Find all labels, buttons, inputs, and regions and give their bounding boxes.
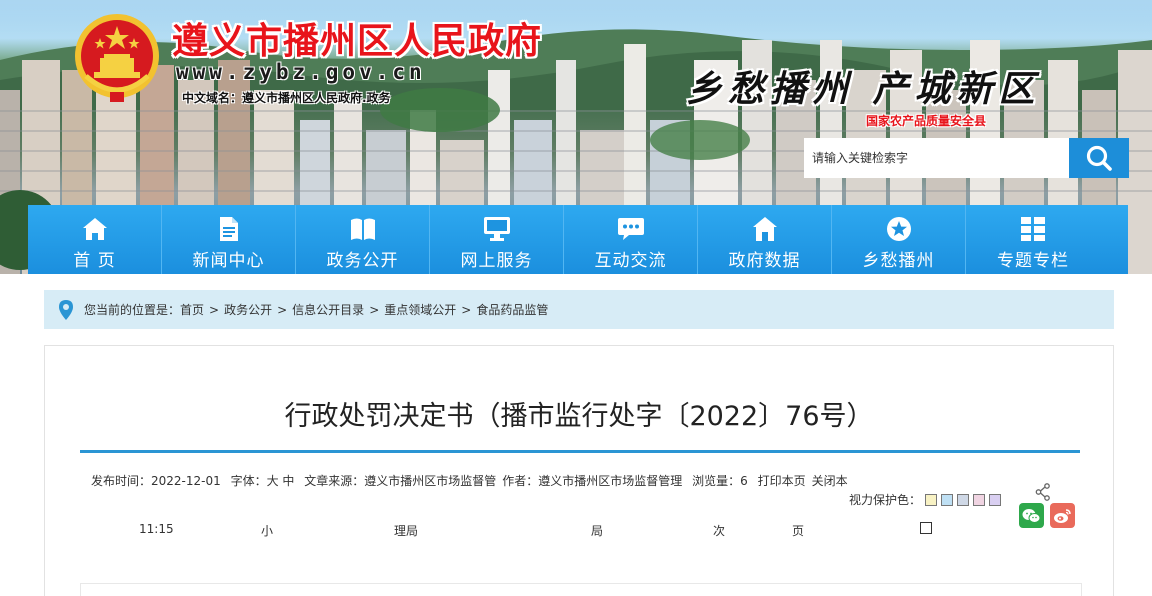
color-swatch-pink[interactable] bbox=[973, 493, 986, 506]
nav-item-news[interactable]: 新闻中心 bbox=[162, 205, 296, 274]
national-emblem-icon bbox=[75, 14, 159, 102]
print-button[interactable]: 打印本页 bbox=[758, 474, 806, 488]
monitor-icon bbox=[483, 215, 511, 243]
book-icon bbox=[349, 215, 377, 243]
star-icon bbox=[885, 215, 913, 243]
article-content bbox=[80, 583, 1082, 596]
nav-label: 互动交流 bbox=[594, 251, 667, 271]
nav-item-interaction[interactable]: 互动交流 bbox=[564, 205, 698, 274]
nav-item-gov-affairs[interactable]: 政务公开 bbox=[296, 205, 430, 274]
vision-protect: 视力保护色： bbox=[849, 491, 1002, 508]
chat-icon bbox=[617, 215, 645, 243]
grid-icon bbox=[1019, 215, 1047, 243]
weibo-icon bbox=[1054, 508, 1071, 523]
search-icon bbox=[1086, 145, 1112, 171]
home-icon bbox=[81, 215, 109, 243]
breadcrumb-key-areas[interactable]: 重点领域公开 bbox=[384, 301, 456, 318]
share-icon[interactable] bbox=[1035, 483, 1051, 501]
close-button[interactable]: 关闭本 bbox=[812, 474, 848, 488]
share-weibo-button[interactable] bbox=[1050, 503, 1075, 528]
wechat-icon bbox=[1022, 508, 1041, 523]
breadcrumb-separator: > bbox=[209, 302, 220, 317]
view-count: 浏览量：6 bbox=[692, 474, 748, 488]
main-nav: 首 页 新闻中心 政务公开 网上服务 互动交流 政府数据 乡愁播州 专题专栏 bbox=[28, 205, 1128, 274]
nav-item-home[interactable]: 首 页 bbox=[28, 205, 162, 274]
nav-item-gov-data[interactable]: 政府数据 bbox=[698, 205, 832, 274]
article-meta: 发布时间：2022-12-01 字体：大 中 文章来源：遵义市播州区市场监督管作… bbox=[91, 472, 854, 489]
breadcrumb-food-drug[interactable]: 食品药品监管 bbox=[476, 301, 548, 318]
document-icon bbox=[215, 215, 243, 243]
color-swatch-gray[interactable] bbox=[957, 493, 970, 506]
publish-date: 发布时间：2022-12-01 bbox=[91, 474, 221, 488]
breadcrumb-separator: > bbox=[461, 302, 472, 317]
building-icon bbox=[751, 215, 779, 243]
site-url: www.zybz.gov.cn bbox=[176, 60, 426, 84]
article-source-cont: 理局 bbox=[394, 524, 419, 538]
share-wechat-button[interactable] bbox=[1019, 503, 1044, 528]
vision-protect-label: 视力保护色： bbox=[849, 493, 922, 507]
title-divider bbox=[80, 450, 1080, 453]
article-title: 行政处罚决定书（播市监行处字〔2022〕76号） bbox=[284, 401, 874, 432]
article-author-cont: 局 bbox=[591, 524, 604, 538]
chinese-domain: 中文域名：遵义市播州区人民政府.政务 bbox=[182, 91, 391, 105]
site-title: 遵义市播州区人民政府 bbox=[172, 20, 543, 62]
nav-label: 新闻中心 bbox=[192, 251, 265, 271]
publish-time: 11:15 bbox=[139, 522, 174, 536]
article-author: 作者：遵义市播州区市场监督管理 bbox=[502, 474, 683, 488]
breadcrumb-separator: > bbox=[369, 302, 380, 317]
color-swatch-blue[interactable] bbox=[941, 493, 954, 506]
slogan-subtitle: 国家农产品质量安全县 bbox=[866, 114, 987, 128]
search-box bbox=[804, 138, 1129, 178]
nav-label: 网上服务 bbox=[460, 251, 533, 271]
color-swatch-purple[interactable] bbox=[989, 493, 1002, 506]
breadcrumb-gov-affairs[interactable]: 政务公开 bbox=[224, 301, 272, 318]
view-count-unit: 次 bbox=[713, 524, 726, 538]
nav-item-bozhou[interactable]: 乡愁播州 bbox=[832, 205, 966, 274]
nav-label: 专题专栏 bbox=[997, 251, 1069, 271]
nav-label: 乡愁播州 bbox=[862, 251, 935, 271]
breadcrumb-separator: > bbox=[277, 302, 288, 317]
nav-item-online-service[interactable]: 网上服务 bbox=[430, 205, 564, 274]
article-source: 文章来源：遵义市播州区市场监督管 bbox=[304, 474, 497, 488]
header-banner: 遵义市播州区人民政府 www.zybz.gov.cn 中文域名：遵义市播州区人民… bbox=[0, 0, 1152, 274]
breadcrumb-catalog[interactable]: 信息公开目录 bbox=[292, 301, 364, 318]
slogan: 乡愁播州 产城新区 bbox=[686, 68, 1041, 110]
color-swatch-yellow[interactable] bbox=[925, 493, 938, 506]
breadcrumb: 您当前的位置是： 首页 > 政务公开 > 信息公开目录 > 重点领域公开 > 食… bbox=[44, 290, 1114, 329]
nav-label: 政府数据 bbox=[728, 251, 801, 271]
article-panel: 行政处罚决定书（播市监行处字〔2022〕76号） 发布时间：2022-12-01… bbox=[44, 345, 1114, 596]
location-pin-icon bbox=[59, 299, 73, 320]
nav-label: 政务公开 bbox=[326, 251, 399, 271]
nav-label: 首 页 bbox=[73, 251, 116, 271]
print-button-cont[interactable]: 页 bbox=[792, 522, 804, 539]
search-input[interactable] bbox=[804, 138, 1069, 178]
font-size-switch[interactable]: 字体：大 中 bbox=[231, 474, 295, 488]
font-size-small[interactable]: 小 bbox=[261, 522, 273, 539]
breadcrumb-home[interactable]: 首页 bbox=[180, 301, 204, 318]
color-swatch-white[interactable] bbox=[920, 522, 932, 534]
breadcrumb-lead: 您当前的位置是： bbox=[84, 303, 181, 317]
search-button[interactable] bbox=[1069, 138, 1129, 178]
nav-item-special[interactable]: 专题专栏 bbox=[966, 205, 1100, 274]
